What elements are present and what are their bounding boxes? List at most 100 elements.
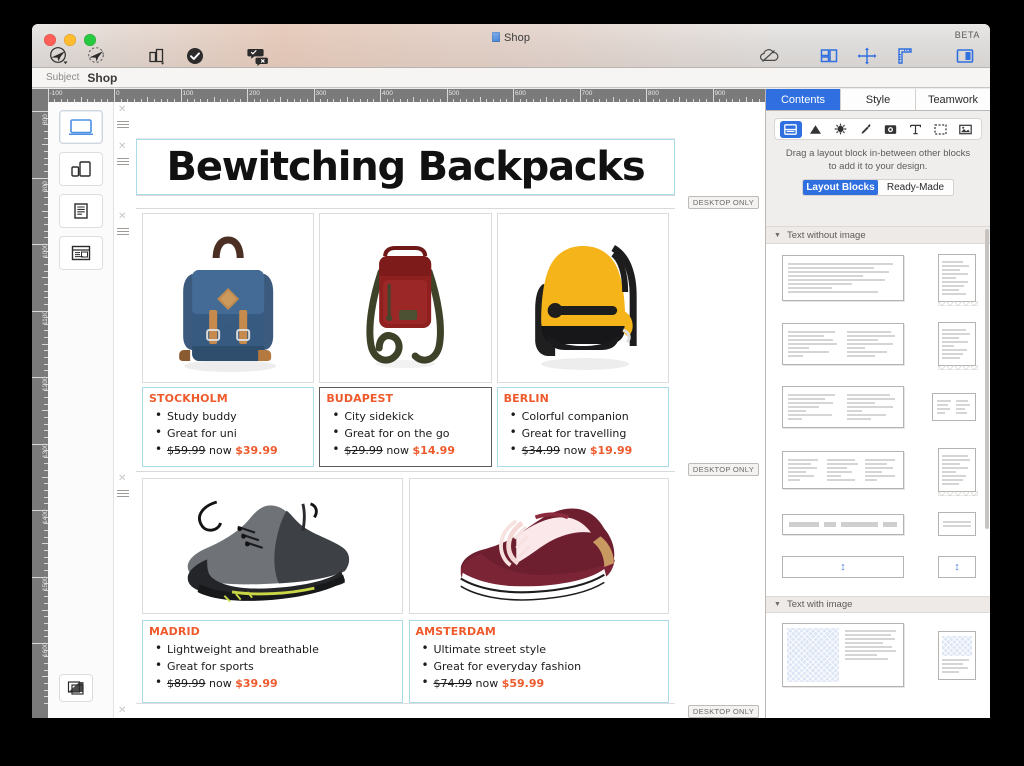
product-card-stockholm[interactable]: STOCKHOLM Study buddy Great for uni $59.… [142, 387, 315, 467]
template-narrow-preview[interactable] [938, 448, 978, 496]
product-card-budapest[interactable]: BUDAPEST City sidekick Great for on the … [319, 387, 492, 467]
product-text-cell[interactable]: BUDAPEST City sidekick Great for on the … [319, 387, 492, 467]
product-text-cell[interactable]: BERLIN Colorful companion Great for trav… [496, 387, 669, 467]
image-placeholder-icon[interactable] [955, 121, 977, 138]
template-inline-links-bar-block[interactable] [766, 502, 990, 546]
block-gutter: ✕ [114, 102, 136, 139]
delete-block-icon[interactable]: ✕ [118, 474, 126, 484]
price-item: $59.99 now $39.99 [149, 441, 307, 459]
template-vertical-spacer-block[interactable]: ↕ ↕ [766, 546, 990, 588]
alignment-icon[interactable] [848, 44, 886, 68]
eyedropper-icon[interactable] [855, 121, 877, 138]
send-test-icon[interactable] [40, 44, 78, 68]
delete-block-icon[interactable]: ✕ [118, 212, 126, 222]
product-image-cell[interactable] [496, 213, 669, 383]
background-layers-button[interactable] [59, 674, 93, 702]
product-image-cell[interactable] [142, 213, 315, 383]
device-mode-desktop[interactable] [58, 110, 103, 144]
blue-backpack-photo[interactable] [142, 213, 315, 383]
horizontal-ruler[interactable]: -100 0 100 200 300 400 500 600 700 800 900 [48, 89, 765, 102]
product-text-cell[interactable]: AMSTERDAM Ultimate street style Great fo… [408, 620, 669, 703]
template-wide-preview[interactable] [782, 386, 904, 428]
product-text-cell[interactable]: MADRID Lightweight and breathable Great … [142, 620, 403, 703]
template-wide-preview[interactable] [782, 451, 904, 489]
template-wide-preview[interactable] [782, 323, 904, 365]
template-narrow-preview[interactable] [938, 254, 978, 306]
template-three-column-text-block[interactable] [766, 438, 990, 502]
template-narrow-preview[interactable] [932, 393, 976, 421]
product-text-row-2: MADRID Lightweight and breathable Great … [136, 620, 675, 703]
preview-devices-icon[interactable] [138, 44, 176, 68]
device-mode-plain-text[interactable] [58, 194, 103, 228]
layout-blocks-icon[interactable] [810, 44, 848, 68]
template-image-left-text-right-block[interactable] [766, 613, 990, 697]
product-text-cell[interactable]: STOCKHOLM Study buddy Great for uni $59.… [142, 387, 315, 467]
template-wide-preview[interactable]: ↕ [782, 556, 904, 578]
group-header-text-without-image[interactable]: ▼ Text without image [766, 227, 990, 244]
segment-ready-made[interactable]: Ready-Made [878, 180, 953, 195]
send-campaign-icon[interactable] [78, 44, 116, 68]
old-price: $74.99 [433, 677, 473, 690]
red-crossbody-bag-photo[interactable] [319, 213, 492, 383]
template-narrow-preview[interactable] [938, 322, 978, 370]
drag-handle-icon[interactable] [117, 119, 129, 128]
grey-running-shoe-photo[interactable] [142, 478, 403, 614]
tab-contents[interactable]: Contents [766, 89, 841, 110]
inspector-toggle-icon[interactable] [946, 44, 984, 68]
photo-button-icon[interactable] [880, 121, 902, 138]
product-card-amsterdam[interactable]: AMSTERDAM Ultimate street style Great fo… [408, 620, 669, 703]
template-wide-preview[interactable] [782, 255, 904, 301]
product-card-berlin[interactable]: BERLIN Colorful companion Great for trav… [496, 387, 669, 467]
product-image-cell[interactable] [142, 478, 403, 614]
product-image-cell[interactable] [319, 213, 492, 383]
inspector-template-list[interactable]: ▼ Text without image ↕ ↕ ▼ Text with ima… [766, 226, 990, 718]
product-card-madrid[interactable]: MADRID Lightweight and breathable Great … [142, 620, 403, 703]
template-two-column-text-block-short[interactable] [766, 376, 990, 438]
layout-block-product-row-2[interactable]: ✕ MADRID • Lightweight and breathable • … [114, 471, 765, 703]
layout-block-hero-title[interactable]: ✕ Bewitching Backpacks [114, 139, 765, 195]
segment-layout-blocks[interactable]: Layout Blocks [803, 180, 878, 195]
layout-block-spacer-a[interactable]: ✕ DESKTOP ONLY [114, 703, 765, 718]
template-narrow-preview[interactable]: ↕ [938, 556, 976, 578]
layout-block-icon[interactable] [779, 120, 802, 138]
hero-title-stage[interactable]: Bewitching Backpacks [136, 139, 675, 195]
shape-triangle-icon[interactable] [805, 121, 827, 138]
delete-block-icon[interactable]: ✕ [118, 706, 126, 716]
price-item: $89.99 now $39.99 [149, 674, 396, 692]
ruler-tick-label: 200 [249, 90, 260, 97]
drag-handle-icon[interactable] [117, 156, 129, 165]
decoration-sparkle-icon[interactable] [830, 121, 852, 138]
product-image-cell[interactable] [408, 478, 669, 614]
selection-box-icon[interactable] [930, 121, 952, 138]
template-narrow-preview[interactable] [938, 630, 976, 680]
template-wide-preview[interactable] [782, 513, 904, 535]
guides-ruler-icon[interactable] [886, 44, 924, 68]
text-tool-icon[interactable] [905, 121, 927, 138]
cloud-upload-icon[interactable] [750, 44, 788, 68]
group-header-text-with-image[interactable]: ▼ Text with image [766, 596, 990, 613]
delete-block-icon[interactable]: ✕ [118, 142, 126, 152]
template-wide-preview[interactable] [782, 623, 904, 687]
maroon-skate-shoe-photo[interactable] [408, 478, 669, 614]
yellow-backpack-photo[interactable] [496, 213, 669, 383]
device-mode-web-version[interactable] [58, 236, 103, 270]
template-narrow-preview[interactable] [938, 512, 976, 536]
block-gutter: ✕ [114, 209, 136, 467]
device-mode-mobile[interactable] [58, 152, 103, 186]
vertical-ruler[interactable]: 8009001000110012001300140015001600 [32, 89, 48, 718]
layout-block-spacer-top[interactable]: ✕ [114, 102, 765, 139]
template-two-column-text-block[interactable] [766, 312, 990, 376]
design-canvas[interactable]: ✕ ✕ Bewitching Backpacks DESKTOP ONLY ✕ … [114, 102, 765, 718]
comments-icon[interactable] [236, 44, 280, 68]
layout-divider-strip-1[interactable]: DESKTOP ONLY [114, 195, 765, 209]
tab-teamwork[interactable]: Teamwork [916, 89, 990, 110]
layout-block-product-row-1[interactable]: ✕ STOCKHOLM • Study buddy • Great for un… [114, 209, 765, 476]
check-design-icon[interactable] [176, 44, 214, 68]
drag-handle-icon[interactable] [117, 488, 129, 497]
tab-style[interactable]: Style [841, 89, 916, 110]
drag-handle-icon[interactable] [117, 226, 129, 235]
template-single-column-text-block[interactable] [766, 244, 990, 312]
subject-value[interactable]: Shop [87, 71, 117, 85]
delete-block-icon[interactable]: ✕ [118, 105, 126, 115]
inspector-scrollbar[interactable] [985, 229, 989, 529]
